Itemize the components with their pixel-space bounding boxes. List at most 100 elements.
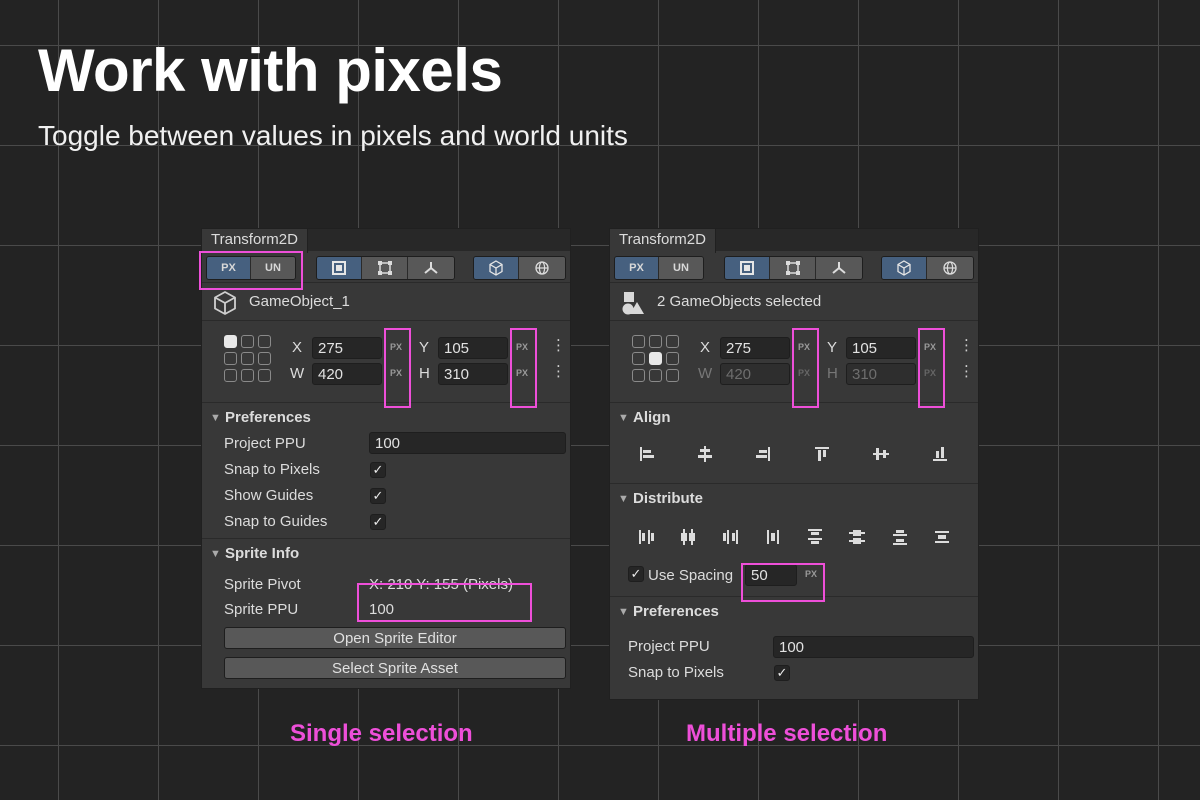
spacing-field[interactable]: 50 [745, 564, 797, 586]
align-header[interactable]: ▼ Align [610, 403, 978, 433]
x-field[interactable]: 275 [312, 337, 382, 359]
w-unit-label[interactable]: PX [390, 368, 402, 378]
position-menu-icon[interactable]: ⋮ [959, 338, 974, 353]
preferences-header[interactable]: ▼ Preferences [202, 403, 570, 433]
size-menu-icon[interactable]: ⋮ [551, 364, 566, 379]
h-unit-label[interactable]: PX [516, 368, 528, 378]
tab-transform2d[interactable]: Transform2D [202, 229, 308, 253]
show-guides-label: Show Guides [224, 487, 314, 504]
panel-tabbar: Transform2D [202, 229, 570, 253]
align-top-icon[interactable] [813, 445, 831, 463]
rect-handles-button[interactable] [362, 257, 408, 279]
tool-mode-group [724, 256, 863, 280]
h-field[interactable]: 310 [438, 363, 508, 385]
object-header: 2 GameObjects selected [610, 283, 978, 321]
toolbar: PX UN [610, 251, 978, 283]
distribute-left-icon[interactable] [638, 528, 656, 546]
distribute-right-icon[interactable] [721, 528, 739, 546]
preferences-header[interactable]: ▼ Preferences [610, 597, 978, 627]
pivot-tool-button[interactable] [408, 257, 454, 279]
sprite-pivot-label: Sprite Pivot [224, 576, 301, 593]
caption-multiple-selection: Multiple selection [686, 720, 888, 747]
distribute-center-v-icon[interactable] [848, 528, 866, 546]
show-guides-checkbox[interactable]: ✓ [370, 488, 386, 504]
un-unit-button[interactable]: UN [659, 257, 703, 279]
sprite-info-title: Sprite Info [225, 545, 300, 562]
x-field[interactable]: 275 [720, 337, 790, 359]
align-middle-v-icon[interactable] [872, 445, 890, 463]
transform-fields: X 275 PX Y 105 PX ⋮ W 420 PX H 310 PX ⋮ [610, 321, 978, 403]
align-section [610, 433, 978, 484]
rect-tool-button[interactable] [317, 257, 362, 279]
px-unit-button[interactable]: PX [615, 257, 659, 279]
rect-handles-button[interactable] [770, 257, 816, 279]
w-field[interactable]: 420 [312, 363, 382, 385]
x-unit-label[interactable]: PX [798, 342, 810, 352]
sprite-info-section: Sprite Pivot X: 210 Y: 155 (Pixels) Spri… [202, 569, 570, 688]
snap-to-pixels-label: Snap to Pixels [224, 461, 320, 478]
object-name: GameObject_1 [249, 293, 350, 310]
pivot-tool-button[interactable] [816, 257, 862, 279]
sprite-info-header[interactable]: ▼ Sprite Info [202, 539, 570, 569]
size-menu-icon[interactable]: ⋮ [959, 364, 974, 379]
world-space-button[interactable] [519, 257, 565, 279]
snap-to-pixels-checkbox[interactable]: ✓ [774, 665, 790, 681]
y-field[interactable]: 105 [846, 337, 916, 359]
y-unit-label[interactable]: PX [516, 342, 528, 352]
snap-to-guides-checkbox[interactable]: ✓ [370, 514, 386, 530]
distribute-center-h-icon[interactable] [679, 528, 697, 546]
rect-tool-icon [332, 261, 346, 275]
panel-tabbar: Transform2D [610, 229, 978, 253]
collapse-triangle-icon: ▼ [210, 548, 221, 560]
open-sprite-editor-button[interactable]: Open Sprite Editor [224, 627, 566, 649]
anchor-preset-grid[interactable] [632, 335, 680, 383]
rect-handles-icon [377, 261, 392, 275]
local-space-button[interactable] [882, 257, 927, 279]
spacing-unit-label[interactable]: PX [805, 569, 817, 579]
h-unit-label: PX [924, 368, 937, 378]
local-space-button[interactable] [474, 257, 519, 279]
object-header: GameObject_1 [202, 283, 570, 321]
align-title: Align [633, 409, 671, 426]
toolbar: PX UN [202, 251, 570, 283]
preferences-title: Preferences [225, 409, 311, 426]
select-sprite-asset-button[interactable]: Select Sprite Asset [224, 657, 566, 679]
distribute-gap-v-icon[interactable] [933, 528, 951, 546]
space-group [473, 256, 566, 280]
snap-to-pixels-label: Snap to Pixels [628, 664, 724, 681]
align-right-icon[interactable] [754, 445, 772, 463]
project-ppu-label: Project PPU [224, 435, 306, 452]
use-spacing-checkbox[interactable]: ✓ [628, 566, 644, 582]
preferences-section: Project PPU 100 Snap to Pixels ✓ Show Gu… [202, 432, 570, 539]
preferences-title: Preferences [633, 603, 719, 620]
w-label: W [698, 365, 713, 382]
project-ppu-field[interactable]: 100 [773, 636, 974, 658]
unit-toggle: PX UN [614, 256, 704, 280]
align-bottom-icon[interactable] [931, 445, 949, 463]
distribute-gap-h-icon[interactable] [764, 528, 782, 546]
align-left-icon[interactable] [638, 445, 656, 463]
distribute-bottom-icon[interactable] [891, 528, 909, 546]
project-ppu-field[interactable]: 100 [369, 432, 566, 454]
use-spacing-label: Use Spacing [648, 567, 734, 584]
align-center-h-icon[interactable] [696, 445, 714, 463]
sprite-ppu-label: Sprite PPU [224, 601, 299, 618]
multi-shapes-icon [622, 292, 644, 315]
distribute-header[interactable]: ▼ Distribute [610, 484, 978, 514]
tab-transform2d[interactable]: Transform2D [610, 229, 716, 253]
pivot-tool-icon [424, 262, 438, 274]
snap-to-pixels-checkbox[interactable]: ✓ [370, 462, 386, 478]
space-group [881, 256, 974, 280]
y-unit-label[interactable]: PX [924, 342, 936, 352]
distribute-top-icon[interactable] [806, 528, 824, 546]
anchor-preset-grid[interactable] [224, 335, 272, 383]
position-menu-icon[interactable]: ⋮ [551, 338, 566, 353]
world-space-button[interactable] [927, 257, 973, 279]
world-space-icon [535, 261, 549, 275]
px-unit-button[interactable]: PX [207, 257, 251, 279]
rect-tool-button[interactable] [725, 257, 770, 279]
y-field[interactable]: 105 [438, 337, 508, 359]
x-unit-label[interactable]: PX [390, 342, 402, 352]
y-label: Y [419, 339, 430, 356]
un-unit-button[interactable]: UN [251, 257, 295, 279]
